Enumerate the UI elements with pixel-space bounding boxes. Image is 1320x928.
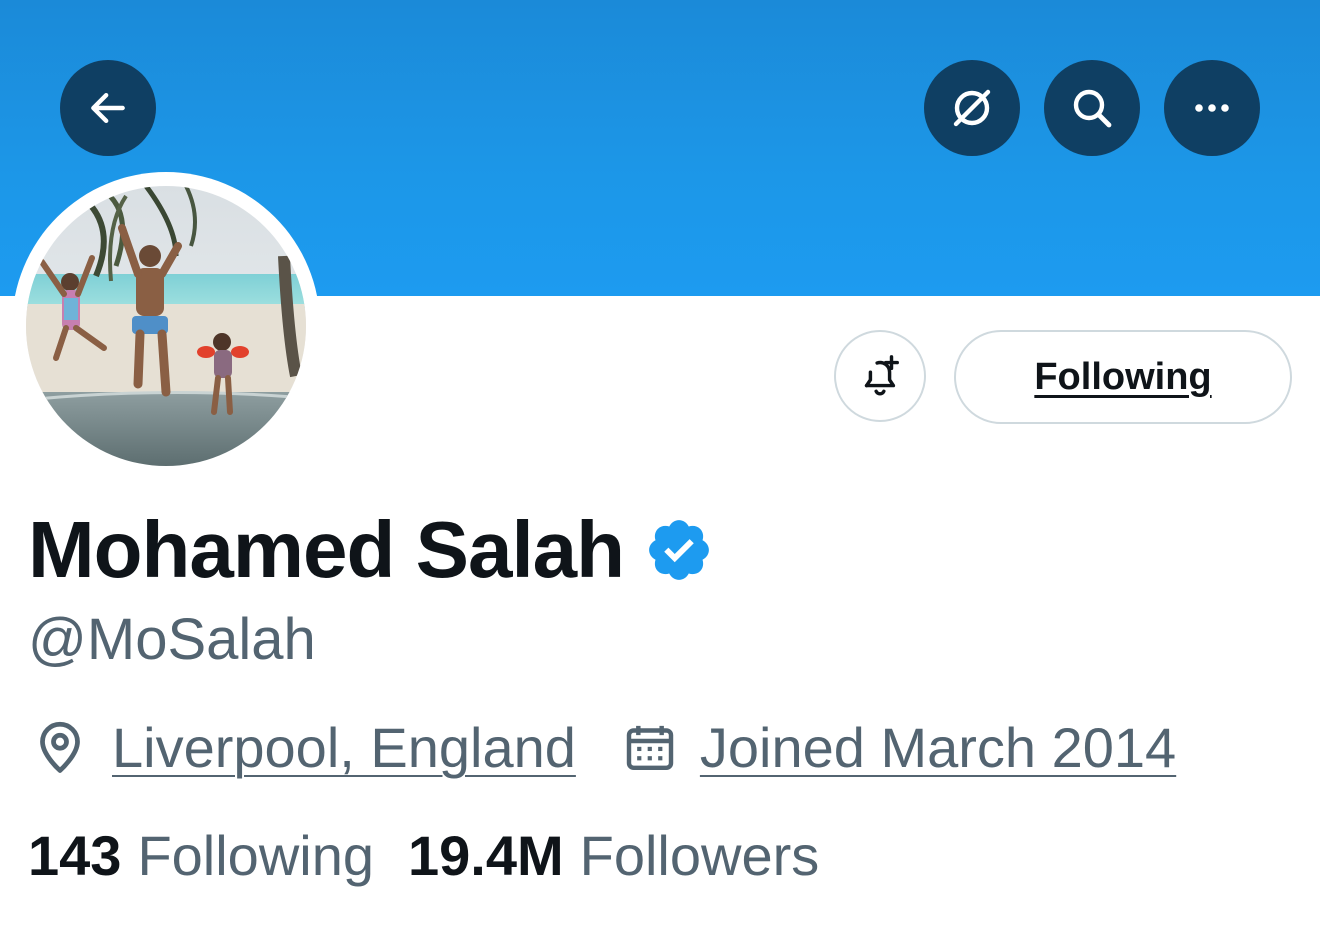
more-options-button[interactable] xyxy=(1164,60,1260,156)
back-button[interactable] xyxy=(60,60,156,156)
follow-counts: 143 Following 19.4M Followers xyxy=(28,820,819,892)
translate-button[interactable] xyxy=(924,60,1020,156)
avatar-photo xyxy=(26,186,306,466)
profile-meta: Liverpool, England Joined March 2014 xyxy=(30,708,1176,788)
more-horizontal-icon xyxy=(1195,104,1229,112)
verified-badge-icon[interactable] xyxy=(644,515,714,585)
profile-page: Following Mohamed Salah @MoSalah Liverpo… xyxy=(0,0,1320,928)
search-icon xyxy=(1073,89,1112,128)
following-button[interactable]: Following xyxy=(954,330,1292,424)
location-pin-icon xyxy=(40,721,80,773)
arrow-left-icon xyxy=(91,92,125,124)
search-button[interactable] xyxy=(1044,60,1140,156)
translate-slash-icon xyxy=(953,89,991,127)
calendar-icon xyxy=(626,725,674,771)
followers-count-link[interactable]: 19.4M Followers xyxy=(408,820,819,892)
user-handle: @MoSalah xyxy=(28,607,316,672)
following-label: Following xyxy=(137,824,374,887)
following-count-link[interactable]: 143 Following xyxy=(28,820,374,892)
joined-date-link[interactable]: Joined March 2014 xyxy=(700,708,1176,788)
bell-plus-icon xyxy=(864,355,899,396)
display-name: Mohamed Salah xyxy=(28,505,625,594)
name-row: Mohamed Salah xyxy=(28,502,714,598)
followers-label: Followers xyxy=(579,824,820,887)
location-link[interactable]: Liverpool, England xyxy=(112,708,576,788)
following-count: 143 xyxy=(28,824,122,887)
notifications-button[interactable] xyxy=(834,330,926,422)
followers-count: 19.4M xyxy=(408,824,564,887)
location-item: Liverpool, England xyxy=(30,708,576,788)
joined-item: Joined March 2014 xyxy=(622,708,1176,788)
avatar[interactable] xyxy=(26,186,306,466)
